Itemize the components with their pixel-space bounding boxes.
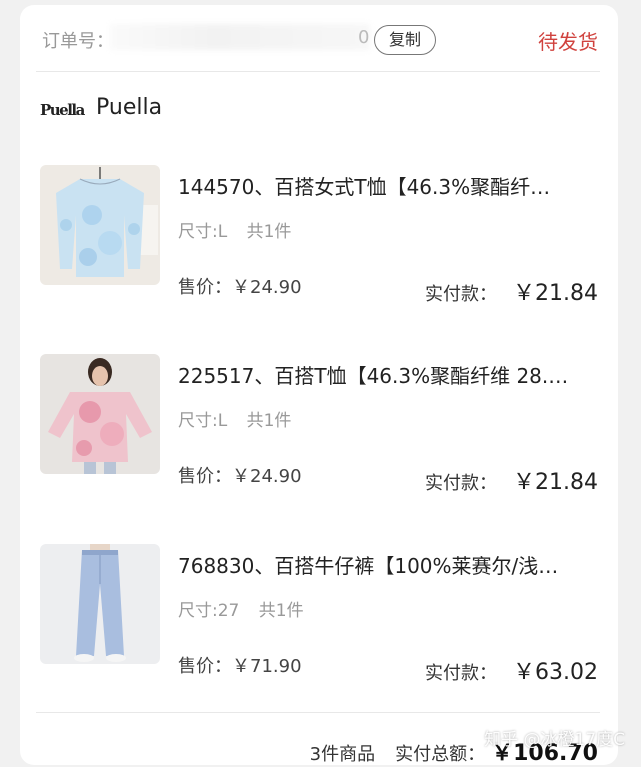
order-status: 待发货 — [538, 30, 598, 54]
product-size: 尺寸:L — [178, 411, 228, 431]
paid-label: 实付款： — [425, 284, 498, 305]
price-label: 售价： — [178, 277, 232, 298]
product-image[interactable] — [40, 354, 160, 474]
order-number-tail: 0 — [358, 27, 370, 48]
product-price: 售价：￥24.90 — [178, 462, 302, 488]
paid-value: ￥21.84 — [513, 470, 598, 495]
product-paid: 实付款： ￥21.84 — [425, 464, 598, 496]
copy-order-number-button[interactable]: 复制 — [374, 25, 436, 55]
watermark: 知乎 @冰橙17度C — [484, 730, 625, 750]
order-number-label: 订单号： — [42, 31, 114, 52]
product-quantity: 共1件 — [258, 601, 304, 621]
item-count: 3件商品 — [309, 744, 376, 765]
price-label: 售价： — [178, 466, 232, 487]
paid-value: ￥63.02 — [513, 660, 598, 685]
footer-divider — [36, 712, 600, 713]
paid-label: 实付款： — [425, 663, 498, 684]
paid-value: ￥21.84 — [513, 281, 598, 306]
product-paid: 实付款： ￥21.84 — [425, 275, 598, 307]
shop-logo: Puella — [40, 101, 85, 119]
product-size: 尺寸:L — [178, 222, 228, 242]
product-quantity: 共1件 — [246, 411, 292, 431]
product-spec: 尺寸:27 共1件 — [178, 596, 318, 621]
order-header: 订单号： 0 复制 待发货 — [20, 0, 618, 70]
product-price: 售价：￥71.90 — [178, 652, 302, 678]
header-divider — [36, 71, 600, 72]
product-title[interactable]: 225517、百搭T恤【46.3%聚酯纤维 28.… — [178, 360, 598, 389]
price-label: 售价： — [178, 656, 232, 677]
price-value: ￥24.90 — [232, 466, 302, 487]
product-spec: 尺寸:L 共1件 — [178, 217, 305, 242]
order-item[interactable]: 144570、百搭女式T恤【46.3%聚酯纤… 尺寸:L 共1件 售价：￥24.… — [40, 165, 600, 306]
paid-label: 实付款： — [425, 473, 498, 494]
product-size: 尺寸:27 — [178, 601, 240, 621]
shop-name: Puella — [96, 95, 163, 120]
price-value: ￥24.90 — [232, 277, 302, 298]
order-item[interactable]: 225517、百搭T恤【46.3%聚酯纤维 28.… 尺寸:L 共1件 售价：￥… — [40, 354, 600, 495]
order-item[interactable]: 768830、百搭牛仔裤【100%莱赛尔/浅… 尺寸:27 共1件 售价：￥71… — [40, 544, 600, 685]
order-number-redacted — [110, 24, 370, 50]
product-paid: 实付款： ￥63.02 — [425, 654, 598, 686]
product-spec: 尺寸:L 共1件 — [178, 406, 305, 431]
total-label: 实付总额： — [395, 744, 486, 765]
product-image[interactable] — [40, 544, 160, 664]
product-title[interactable]: 144570、百搭女式T恤【46.3%聚酯纤… — [178, 171, 598, 200]
product-title[interactable]: 768830、百搭牛仔裤【100%莱赛尔/浅… — [178, 550, 598, 579]
price-value: ￥71.90 — [232, 656, 302, 677]
product-quantity: 共1件 — [246, 222, 292, 242]
product-image[interactable] — [40, 165, 160, 285]
product-price: 售价：￥24.90 — [178, 273, 302, 299]
